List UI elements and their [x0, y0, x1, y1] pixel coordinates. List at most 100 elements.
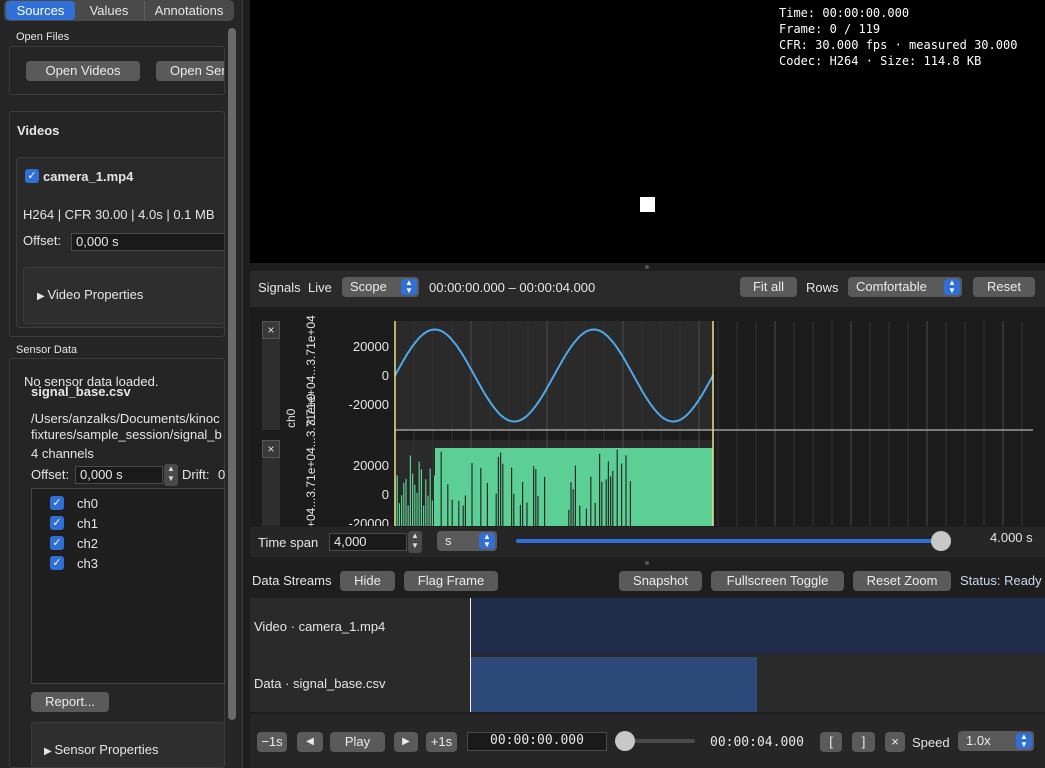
video-checkbox[interactable]: ✓	[25, 169, 39, 183]
time-range-readout: 00:00:00.000 – 00:00:04.000	[429, 280, 596, 295]
mode-select[interactable]: Scope ▲ ▼	[342, 277, 419, 297]
plot1-tick-bottom: -20000	[348, 397, 389, 412]
sensor-drift-value[interactable]: 0	[218, 467, 225, 482]
video-overlay-info: Time: 00:00:00.000 Frame: 0 / 119 CFR: 3…	[779, 5, 1017, 69]
rows-label: Rows	[806, 280, 839, 295]
timespan-readout: 4.000 s	[990, 530, 1033, 545]
back-1s-button[interactable]: −1s	[257, 732, 287, 752]
timespan-slider-track[interactable]	[516, 531, 951, 551]
updown-arrows-icon: ▲ ▼	[944, 279, 960, 295]
open-files-title: Open Files	[16, 31, 70, 43]
tab-sources[interactable]: Sources	[6, 1, 75, 20]
video-properties-toggle[interactable]: ▶ Video Properties	[37, 287, 143, 302]
reset-zoom-button[interactable]: Reset Zoom	[853, 571, 951, 591]
live-label: Live	[308, 280, 332, 295]
speed-select[interactable]: 1.0x ▲ ▼	[958, 731, 1034, 751]
updown-arrows-icon: ▲ ▼	[401, 279, 417, 295]
speed-label: Speed	[912, 735, 950, 750]
snapshot-button[interactable]: Snapshot	[619, 571, 702, 591]
play-button[interactable]: Play	[330, 732, 385, 752]
plot2-axis-range-label: +04...3.71e+04...3.71e+0	[304, 393, 318, 526]
fullscreen-toggle-button[interactable]: Fullscreen Toggle	[711, 571, 844, 591]
scrub-slider-knob[interactable]	[615, 731, 635, 751]
overlay-time: Time: 00:00:00.000	[779, 6, 910, 20]
signals-label: Signals	[258, 280, 301, 295]
current-time-field[interactable]: 00:00:00.000	[467, 732, 607, 751]
mark-in-button[interactable]: [	[820, 732, 842, 752]
plot1-tick-mid: 0	[381, 368, 389, 383]
sensor-properties-toggle[interactable]: ▶ Sensor Properties	[44, 742, 159, 757]
mark-out-button[interactable]: ]	[852, 732, 875, 752]
plot2-tick-bottom: -20000	[348, 516, 389, 526]
channel-checkbox-ch2[interactable]: ✓	[50, 536, 64, 550]
scrub-slider-track[interactable]	[615, 731, 695, 751]
plot-area: × × ch0 3.71e+04...3.71e+04 +04...3.71e+…	[250, 308, 1045, 526]
overlay-frame: Frame: 0 / 119	[779, 22, 881, 36]
timespan-label: Time span	[258, 535, 319, 550]
video-frame-square	[640, 197, 655, 212]
videos-title: Videos	[17, 123, 60, 138]
channel-checkbox-ch1[interactable]: ✓	[50, 516, 64, 530]
plot1-channel-label: ch0	[284, 408, 298, 428]
status-label: Status: Ready	[960, 573, 1042, 588]
timespan-unit-select[interactable]: s ▲ ▼	[437, 531, 497, 551]
plot2-tick-mid: 0	[381, 487, 389, 502]
overlay-cfr: CFR: 30.000 fps · measured 30.000	[779, 38, 1018, 52]
data-streams-label: Data Streams	[252, 573, 332, 588]
end-time-readout: 00:00:04.000	[710, 735, 804, 750]
video-name: camera_1.mp4	[43, 169, 134, 184]
rows-select[interactable]: Comfortable ▲ ▼	[848, 277, 962, 297]
clear-marks-button[interactable]: ×	[885, 732, 905, 752]
plot2-close-button[interactable]: ×	[262, 440, 280, 458]
plot2-tick-top: 20000	[352, 458, 389, 473]
track-data-bar[interactable]	[470, 657, 757, 712]
channel-label-ch0: ch0	[77, 496, 98, 511]
open-videos-button[interactable]: Open Videos	[26, 61, 140, 81]
splitter-handle-bottom[interactable]	[645, 561, 649, 565]
track-playhead[interactable]	[470, 598, 471, 712]
disclosure-triangle-icon: ▶	[37, 291, 48, 302]
tab-values[interactable]: Values	[78, 1, 140, 20]
channel-label-ch1: ch1	[77, 516, 98, 531]
video-view[interactable]: Time: 00:00:00.000 Frame: 0 / 119 CFR: 3…	[250, 0, 1045, 263]
open-sensor-button[interactable]: Open Sen	[156, 61, 224, 81]
left-scrollbar[interactable]	[228, 28, 236, 720]
sensor-data-title: Sensor Data	[16, 344, 78, 356]
video-info: H264 | CFR 30.00 | 4.0s | 0.1 MB	[23, 207, 215, 222]
channel-checkbox-ch0[interactable]: ✓	[50, 496, 64, 510]
plot1-tick-top: 20000	[352, 339, 389, 354]
channel-label-ch3: ch3	[77, 556, 98, 571]
sensor-path-line2: fixtures/sample_session/signal_b	[31, 427, 222, 442]
plot1-close-button[interactable]: ×	[262, 321, 280, 339]
prev-frame-button[interactable]: ◀	[297, 732, 323, 752]
next-frame-button[interactable]: ▶	[394, 732, 418, 752]
channel-label-ch2: ch2	[77, 536, 98, 551]
flag-frame-button[interactable]: Flag Frame	[404, 571, 498, 591]
ch1-noise-trace	[394, 448, 713, 526]
splitter-handle-top[interactable]	[645, 265, 649, 269]
channel-checkbox-ch3[interactable]: ✓	[50, 556, 64, 570]
video-offset-field[interactable]: 0,000 s	[71, 233, 224, 251]
report-button[interactable]: Report...	[31, 692, 109, 712]
timespan-slider-knob[interactable]	[931, 531, 951, 551]
track-video-bar[interactable]	[470, 598, 1045, 654]
sensor-offset-field[interactable]: 0,000 s	[75, 466, 163, 484]
updown-arrows-icon: ▲ ▼	[1016, 733, 1032, 749]
fwd-1s-button[interactable]: +1s	[426, 732, 457, 752]
sensor-offset-label: Offset:	[31, 467, 70, 482]
overlay-codec: Codec: H264 · Size: 114.8 KB	[779, 54, 982, 68]
timespan-stepper[interactable]: ▲ ▼	[408, 531, 422, 553]
hide-button[interactable]: Hide	[340, 571, 395, 591]
track-data-label: Data · signal_base.csv	[254, 676, 386, 691]
timespan-slider-fill	[516, 539, 941, 543]
updown-arrows-icon: ▲ ▼	[479, 533, 495, 549]
tab-annotations[interactable]: Annotations	[144, 1, 233, 20]
track-video-label: Video · camera_1.mp4	[254, 619, 386, 634]
fit-all-button[interactable]: Fit all	[740, 277, 797, 297]
sensor-channel-count: 4 channels	[31, 446, 94, 461]
offset-stepper[interactable]: ▲ ▼	[164, 464, 178, 486]
reset-button[interactable]: Reset	[973, 277, 1035, 297]
left-panel: Sources Values Annotations Open Files Op…	[0, 0, 243, 768]
disclosure-triangle-icon: ▶	[44, 746, 55, 757]
timespan-field[interactable]: 4,000	[329, 533, 407, 551]
